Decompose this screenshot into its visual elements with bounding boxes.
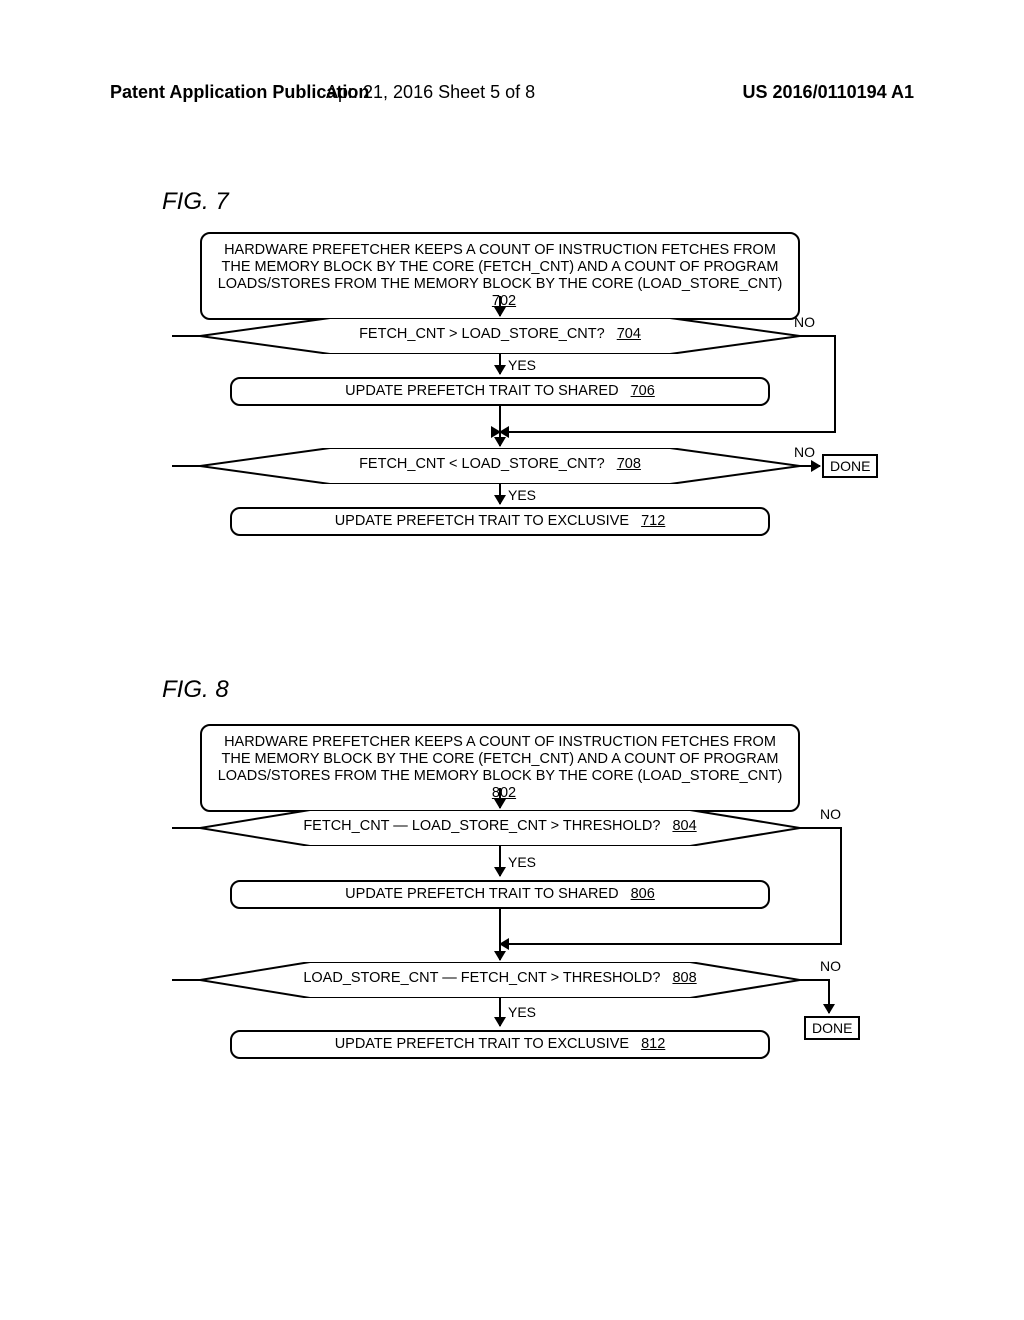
no-return-704 (500, 431, 836, 433)
step-702-text: HARDWARE PREFETCHER KEEPS A COUNT OF INS… (218, 242, 783, 292)
no-line-804-v (840, 827, 842, 943)
no-line-808-v (828, 979, 830, 1013)
left-stub-704 (172, 335, 200, 337)
figure-7-flowchart: HARDWARE PREFETCHER KEEPS A COUNT OF INS… (180, 232, 840, 632)
no-label-704: NO (794, 314, 815, 330)
no-line-704-v (834, 335, 836, 431)
step-706-ref: 706 (631, 383, 655, 399)
decision-704: FETCH_CNT > LOAD_STORE_CNT? 704 (200, 318, 800, 354)
decision-708-ref: 708 (617, 456, 641, 472)
left-stub-808 (172, 979, 200, 981)
no-line-704-h (800, 335, 836, 337)
yes-label-708: YES (508, 487, 536, 503)
arrow-804-to-806 (499, 846, 501, 876)
step-712: UPDATE PREFETCH TRAIT TO EXCLUSIVE 712 (230, 507, 770, 536)
no-label-708: NO (794, 444, 815, 460)
arrow-704-to-706 (499, 354, 501, 374)
yes-label-704: YES (508, 357, 536, 373)
left-stub-804 (172, 827, 200, 829)
decision-808-text: LOAD_STORE_CNT — FETCH_CNT > THRESHOLD? (303, 970, 660, 986)
step-806: UPDATE PREFETCH TRAIT TO SHARED 806 (230, 880, 770, 909)
step-812-text: UPDATE PREFETCH TRAIT TO EXCLUSIVE (335, 1036, 629, 1052)
publication-number: US 2016/0110194 A1 (743, 82, 914, 103)
decision-804-ref: 804 (672, 818, 696, 834)
step-706: UPDATE PREFETCH TRAIT TO SHARED 706 (230, 377, 770, 406)
yes-label-808: YES (508, 1004, 536, 1020)
no-label-804: NO (820, 806, 841, 822)
decision-808: LOAD_STORE_CNT — FETCH_CNT > THRESHOLD? … (200, 962, 800, 998)
decision-804-text: FETCH_CNT — LOAD_STORE_CNT > THRESHOLD? (303, 818, 660, 834)
date-sheet: Apr. 21, 2016 Sheet 5 of 8 (326, 82, 535, 103)
figure-7-label: FIG. 7 (162, 188, 229, 216)
step-812: UPDATE PREFETCH TRAIT TO EXCLUSIVE 812 (230, 1030, 770, 1059)
step-706-text: UPDATE PREFETCH TRAIT TO SHARED (345, 383, 618, 399)
step-812-ref: 812 (641, 1036, 665, 1052)
decision-704-ref: 704 (617, 326, 641, 342)
step-712-ref: 712 (641, 513, 665, 529)
no-line-708 (800, 465, 820, 467)
done-box-7: DONE (822, 454, 878, 478)
page-header: Patent Application Publication Apr. 21, … (110, 82, 914, 103)
step-806-text: UPDATE PREFETCH TRAIT TO SHARED (345, 886, 618, 902)
decision-808-ref: 808 (672, 970, 696, 986)
step-806-ref: 806 (631, 886, 655, 902)
decision-804: FETCH_CNT — LOAD_STORE_CNT > THRESHOLD? … (200, 810, 800, 846)
figure-8-label: FIG. 8 (162, 676, 229, 704)
left-stub-708 (172, 465, 200, 467)
no-line-808-h (800, 979, 830, 981)
decision-708-text: FETCH_CNT < LOAD_STORE_CNT? (359, 456, 605, 472)
step-712-text: UPDATE PREFETCH TRAIT TO EXCLUSIVE (335, 513, 629, 529)
no-label-808: NO (820, 958, 841, 974)
no-line-804-h (800, 827, 842, 829)
step-802-text: HARDWARE PREFETCHER KEEPS A COUNT OF INS… (218, 734, 783, 784)
arrow-702-to-704 (499, 296, 501, 316)
yes-label-804: YES (508, 854, 536, 870)
done-box-8: DONE (804, 1016, 860, 1040)
arrow-708-to-712 (499, 484, 501, 504)
arrow-802-to-804 (499, 788, 501, 808)
decision-704-text: FETCH_CNT > LOAD_STORE_CNT? (359, 326, 605, 342)
figure-8-flowchart: HARDWARE PREFETCHER KEEPS A COUNT OF INS… (180, 724, 840, 1144)
arrow-808-to-812 (499, 998, 501, 1026)
no-return-804 (500, 943, 842, 945)
arrow-806-to-808 (499, 908, 501, 960)
arrow-706-to-708 (499, 404, 501, 446)
decision-708: FETCH_CNT < LOAD_STORE_CNT? 708 (200, 448, 800, 484)
